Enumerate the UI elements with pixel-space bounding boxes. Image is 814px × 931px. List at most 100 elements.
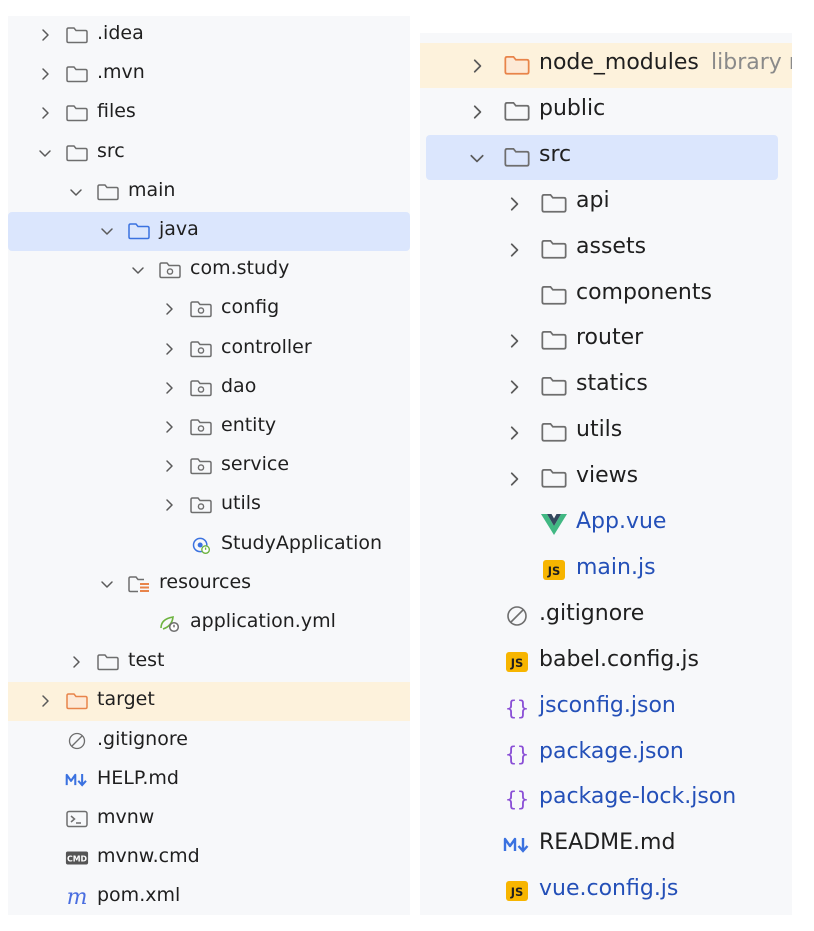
right-tree-item-package-json[interactable]: {} package.json [420, 732, 792, 777]
right-tree-item-statics[interactable]: statics [420, 364, 792, 409]
left-tree-item-config[interactable]: config [8, 290, 410, 329]
right-tree-item-readme-md[interactable]: README.md [420, 823, 792, 868]
tree-item-label: components [576, 279, 712, 305]
right-tree-item-main-js[interactable]: JS main.js [420, 548, 792, 593]
package-icon [189, 456, 213, 476]
left-tree-item-service[interactable]: service [8, 447, 410, 486]
chevron-right-icon[interactable] [162, 381, 176, 395]
cmd-file-icon: CMD [65, 848, 89, 868]
svg-text:{}: {} [505, 742, 529, 766]
svg-text:{}: {} [505, 696, 529, 720]
folder-icon [96, 652, 120, 672]
right-tree-item-router[interactable]: router [420, 318, 792, 363]
right-tree-item-gitignore[interactable]: .gitignore [420, 594, 792, 639]
right-tree-item-node-modules[interactable]: node_modules library r [420, 43, 792, 88]
left-tree-item-files[interactable]: files [8, 94, 410, 133]
left-tree-item-gitignore[interactable]: .gitignore [8, 722, 410, 761]
left-tree-item-help-md[interactable]: HELP.md [8, 761, 410, 800]
right-tree-item-public[interactable]: public [420, 89, 792, 134]
chevron-right-icon[interactable] [162, 420, 176, 434]
chevron-right-icon[interactable] [506, 333, 522, 349]
left-tree-item-controller[interactable]: controller [8, 330, 410, 369]
right-tree-item-src[interactable]: src [426, 134, 778, 180]
tree-item-hint: library r [711, 50, 792, 75]
tree-item-label: vue.config.js [539, 876, 679, 902]
spring-config-icon [158, 613, 182, 633]
chevron-right-icon[interactable] [469, 58, 485, 74]
folder-icon [96, 182, 120, 202]
right-tree-item-babel-config-js[interactable]: JS babel.config.js [420, 640, 792, 685]
tree-item-label: .gitignore [97, 727, 188, 750]
tree-item-label: mvnw [97, 806, 155, 828]
left-tree-item-mvnw-cmd[interactable]: CMD mvnw.cmd [8, 839, 410, 878]
folder-icon [65, 64, 89, 84]
chevron-right-icon[interactable] [38, 106, 52, 120]
left-tree-item-test[interactable]: test [8, 643, 410, 682]
left-tree-item-mvn[interactable]: .mvn [8, 55, 410, 94]
left-tree-item-dao[interactable]: dao [8, 369, 410, 408]
tree-item-label: src [539, 141, 572, 167]
chevron-right-icon[interactable] [506, 196, 522, 212]
folder-icon [540, 420, 568, 444]
right-tree-item-app-vue[interactable]: App.vue [420, 502, 792, 547]
left-tree-item-mvnw[interactable]: mvnw [8, 800, 410, 839]
maven-icon: m [65, 885, 89, 910]
right-tree-item-views[interactable]: views [420, 456, 792, 501]
right-tree-item-utils[interactable]: utils [420, 410, 792, 455]
chevron-right-icon[interactable] [38, 694, 52, 708]
chevron-right-icon[interactable] [162, 498, 176, 512]
tree-item-label: com.study [190, 257, 290, 280]
package-icon [189, 417, 213, 437]
left-tree-item-com-study[interactable]: com.study [8, 251, 410, 290]
right-tree-item-assets[interactable]: assets [420, 227, 792, 272]
chevron-down-icon[interactable] [100, 577, 114, 591]
folder-icon [65, 103, 89, 123]
chevron-right-icon[interactable] [69, 655, 83, 669]
left-tree-item-idea[interactable]: .idea [8, 16, 410, 55]
svg-text:JS: JS [510, 656, 524, 670]
left-tree-item-studyapplication[interactable]: StudyApplication [8, 526, 410, 565]
left-tree-item-main[interactable]: main [8, 173, 410, 212]
chevron-right-icon[interactable] [506, 425, 522, 441]
left-tree-item-src[interactable]: src [8, 134, 410, 173]
svg-text:JS: JS [547, 564, 561, 578]
left-tree-item-utils[interactable]: utils [8, 486, 410, 525]
right-tree-item-jsconfig-json[interactable]: {} jsconfig.json [420, 686, 792, 731]
chevron-right-icon[interactable] [506, 471, 522, 487]
left-tree-item-target[interactable]: target [8, 682, 410, 722]
folder-icon [503, 99, 531, 123]
tree-item-label: StudyApplication [221, 531, 383, 554]
chevron-right-icon[interactable] [506, 242, 522, 258]
chevron-down-icon[interactable] [38, 146, 52, 160]
left-tree-item-java[interactable]: java [8, 212, 410, 251]
chevron-right-icon[interactable] [506, 379, 522, 395]
chevron-right-icon[interactable] [162, 342, 176, 356]
chevron-down-icon[interactable] [469, 150, 485, 166]
right-tree-item-api[interactable]: api [420, 181, 792, 226]
chevron-right-icon[interactable] [162, 302, 176, 316]
left-tree-item-application-yml[interactable]: application.yml [8, 604, 410, 643]
left-tree-item-pom-xml[interactable]: m pom.xml [8, 878, 410, 915]
chevron-right-icon[interactable] [162, 459, 176, 473]
tree-item-label: files [97, 100, 136, 123]
right-tree-item-vue-config-js[interactable]: JS vue.config.js [420, 869, 792, 914]
chevron-right-icon[interactable] [469, 104, 485, 120]
chevron-down-icon[interactable] [100, 224, 114, 238]
json-icon: {} [503, 787, 531, 811]
markdown-icon [503, 833, 531, 857]
chevron-right-icon[interactable] [38, 67, 52, 81]
tree-item-label: dao [221, 374, 257, 397]
tree-item-label: service [221, 453, 290, 476]
spring-boot-app-icon [189, 535, 213, 555]
tree-item-label: utils [221, 492, 261, 515]
chevron-down-icon[interactable] [131, 263, 145, 277]
folder-icon [540, 283, 568, 307]
tree-item-label: package.json [539, 738, 684, 764]
chevron-down-icon[interactable] [69, 185, 83, 199]
package-icon [189, 299, 213, 319]
left-tree-item-entity[interactable]: entity [8, 408, 410, 447]
chevron-right-icon[interactable] [38, 28, 52, 42]
right-tree-item-components[interactable]: components [420, 273, 792, 318]
right-tree-item-package-lock-json[interactable]: {} package-lock.json [420, 777, 792, 822]
left-tree-item-resources[interactable]: resources [8, 565, 410, 604]
